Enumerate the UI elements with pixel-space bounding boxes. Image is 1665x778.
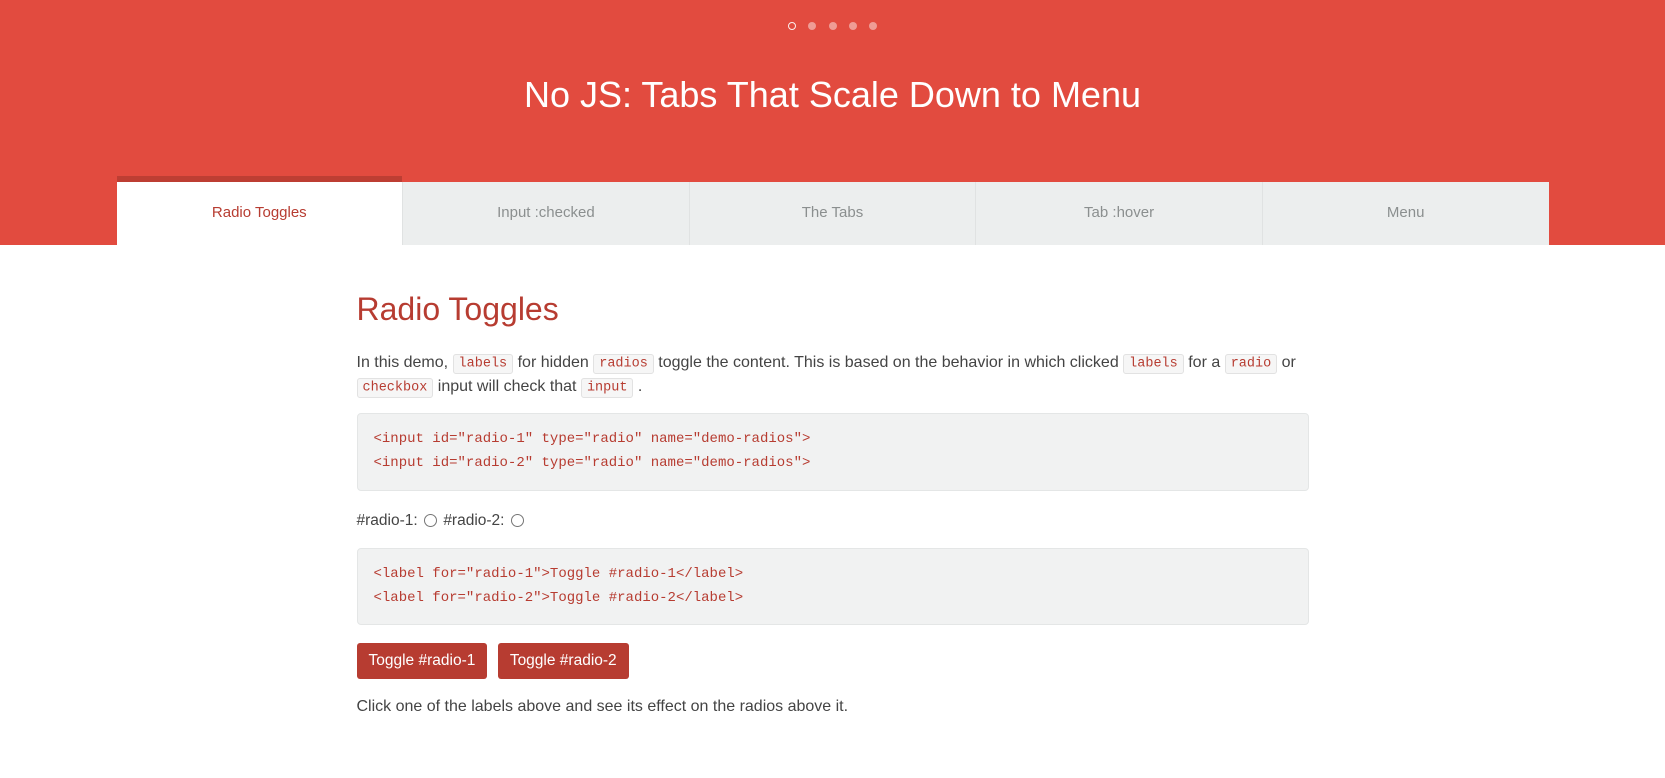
toggle-buttons-row: Toggle #radio-1 Toggle #radio-2 [357, 643, 1309, 678]
section-heading: Radio Toggles [357, 285, 1309, 333]
dot-1[interactable] [788, 22, 796, 30]
code-checkbox: checkbox [357, 378, 434, 398]
radio-1-label: #radio-1: [357, 512, 418, 529]
page-title: No JS: Tabs That Scale Down to Menu [0, 68, 1665, 122]
tab-menu[interactable]: Menu [1262, 182, 1549, 245]
radio-2[interactable] [511, 514, 524, 527]
code-radio: radio [1225, 354, 1278, 374]
tab-radio-toggles[interactable]: Radio Toggles [117, 182, 403, 245]
code-labels: labels [453, 354, 514, 374]
dot-4[interactable] [849, 22, 857, 30]
intro-paragraph: In this demo, labels for hidden radios t… [357, 351, 1309, 400]
code-radios: radios [593, 354, 654, 374]
tab-hover[interactable]: Tab :hover [975, 182, 1262, 245]
text: or [1282, 354, 1296, 371]
outro-paragraph: Click one of the labels above and see it… [357, 695, 1309, 719]
radio-2-label: #radio-2: [443, 512, 504, 529]
text: input will check that [438, 378, 581, 395]
tab-the-tabs[interactable]: The Tabs [689, 182, 976, 245]
carousel-dots [0, 10, 1665, 44]
code-block-inputs: <input id="radio-1" type="radio" name="d… [357, 413, 1309, 491]
tab-content: Radio Toggles In this demo, labels for h… [357, 285, 1309, 719]
tabs: Radio Toggles Input :checked The Tabs Ta… [117, 182, 1549, 245]
text: In this demo, [357, 354, 453, 371]
dot-3[interactable] [829, 22, 837, 30]
radio-demo-line: #radio-1: #radio-2: [357, 509, 1309, 532]
text: toggle the content. This is based on the… [658, 354, 1123, 371]
code-input: input [581, 378, 634, 398]
radio-1[interactable] [424, 514, 437, 527]
dot-5[interactable] [869, 22, 877, 30]
text: for a [1188, 354, 1224, 371]
code-labels-2: labels [1123, 354, 1184, 374]
code-block-labels: <label for="radio-1">Toggle #radio-1</la… [357, 548, 1309, 626]
toggle-radio-2-button[interactable]: Toggle #radio-2 [498, 643, 629, 678]
hero-banner: No JS: Tabs That Scale Down to Menu Radi… [0, 0, 1665, 245]
dot-2[interactable] [808, 22, 816, 30]
text: . [638, 378, 642, 395]
tabs-container: Radio Toggles Input :checked The Tabs Ta… [117, 182, 1549, 245]
toggle-radio-1-button[interactable]: Toggle #radio-1 [357, 643, 488, 678]
text: for hidden [518, 354, 594, 371]
tab-input-checked[interactable]: Input :checked [402, 182, 689, 245]
